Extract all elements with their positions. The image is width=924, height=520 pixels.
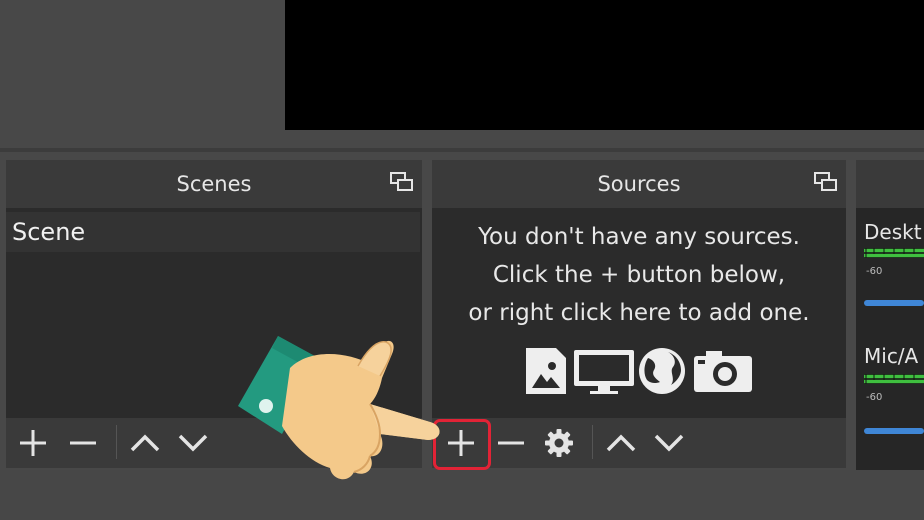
mixer-channel-label: Mic/A: [864, 344, 919, 368]
volume-meter: [864, 248, 924, 258]
volume-slider[interactable]: [864, 428, 924, 434]
bottom-dock-area: [0, 470, 924, 520]
toolbar-separator: [592, 425, 593, 459]
move-source-down-button[interactable]: [650, 424, 688, 462]
camera-icon: [694, 351, 752, 392]
volume-slider[interactable]: [864, 300, 924, 306]
chevron-down-icon: [178, 434, 208, 452]
preview-canvas[interactable]: [285, 0, 924, 130]
empty-hint-line-2: Click the + button below,: [492, 262, 786, 288]
meter-scale-label: -60: [866, 392, 883, 403]
pointing-hand-icon: [238, 336, 440, 480]
move-scene-down-button[interactable]: [174, 424, 212, 462]
image-icon: [526, 348, 566, 394]
move-scene-up-button[interactable]: [126, 424, 164, 462]
chevron-down-icon: [654, 434, 684, 452]
scene-name: Scene: [12, 218, 86, 246]
remove-source-button[interactable]: [492, 424, 530, 462]
mixer-channel-label: Deskt: [864, 220, 922, 244]
volume-meter: [864, 374, 924, 384]
display-icon: [574, 350, 634, 394]
gear-icon: [545, 429, 573, 457]
sources-panel-header: Sources: [432, 160, 846, 208]
scenes-panel-header: Scenes: [6, 160, 422, 208]
remove-scene-button[interactable]: [64, 424, 102, 462]
minus-icon: [498, 441, 524, 445]
scene-list-item[interactable]: Scene: [6, 212, 420, 252]
move-source-up-button[interactable]: [602, 424, 640, 462]
undock-icon[interactable]: [390, 172, 414, 192]
add-scene-button[interactable]: [14, 424, 52, 462]
globe-icon: [639, 348, 685, 394]
scenes-panel-title: Scenes: [176, 172, 252, 196]
audio-mixer-header: [856, 160, 924, 208]
empty-hint-line-1: You don't have any sources.: [478, 224, 800, 250]
empty-hint-line-3: or right click here to add one.: [468, 300, 810, 326]
sources-panel-title: Sources: [597, 172, 681, 196]
undock-icon[interactable]: [814, 172, 838, 192]
source-type-icons: [526, 348, 752, 394]
chevron-up-icon: [130, 434, 160, 452]
plus-icon: [20, 430, 46, 456]
chevron-up-icon: [606, 434, 636, 452]
minus-icon: [70, 441, 96, 445]
toolbar-separator: [116, 425, 117, 459]
dock-divider[interactable]: [0, 148, 924, 152]
source-properties-button[interactable]: [540, 424, 578, 462]
meter-scale-label: -60: [866, 266, 883, 277]
